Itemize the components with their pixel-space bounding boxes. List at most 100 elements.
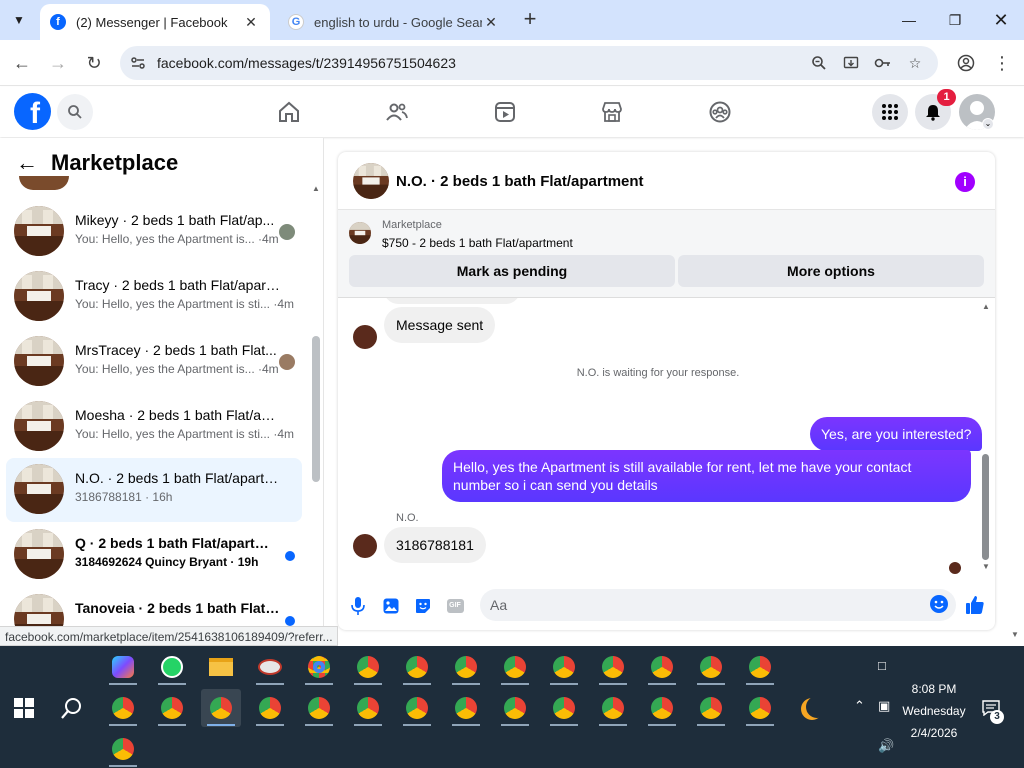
chrome-profile-icon[interactable] <box>152 689 192 727</box>
url-text[interactable]: facebook.com/messages/t/2391495675150462… <box>157 55 456 71</box>
chrome-profile-icon[interactable] <box>593 689 633 727</box>
chrome-profile-icon[interactable] <box>348 648 388 686</box>
conversation-item[interactable]: Tanoveia · 2 beds 1 bath Flat/a... <box>6 588 302 628</box>
reload-icon[interactable]: ↻ <box>80 49 108 77</box>
phone-link-icon[interactable]: □ <box>878 658 886 673</box>
listing-title[interactable]: $750 - 2 beds 1 bath Flat/apartment <box>382 236 573 250</box>
forward-arrow-icon[interactable]: → <box>44 49 72 77</box>
chrome-profile-icon[interactable] <box>103 730 143 768</box>
conversation-item[interactable]: Moesha · 2 beds 1 bath Flat/apa... You: … <box>6 395 302 459</box>
chrome-menu-icon[interactable]: ⋮ <box>988 49 1016 77</box>
photo-icon[interactable] <box>381 596 401 616</box>
new-tab-button[interactable]: + <box>518 8 542 32</box>
account-chevron-down-icon[interactable]: ⌄ <box>982 118 994 130</box>
chrome-profile-icon[interactable] <box>397 648 437 686</box>
conversation-item[interactable]: Mikeyy · 2 beds 1 bath Flat/ap... You: H… <box>6 200 302 264</box>
chrome-profile-icon[interactable] <box>691 648 731 686</box>
conversation-item[interactable]: MrsTracey · 2 beds 1 bath Flat... You: H… <box>6 330 302 394</box>
sticker-icon[interactable] <box>413 596 433 616</box>
password-key-icon[interactable] <box>873 53 893 73</box>
chrome-profile-icon[interactable] <box>446 689 486 727</box>
site-settings-icon[interactable] <box>128 53 148 73</box>
message-input[interactable]: Aa <box>480 589 956 621</box>
minimize-icon[interactable]: — <box>886 0 932 40</box>
chat-listing-avatar[interactable] <box>353 163 389 199</box>
conversation-name: Tanoveia · 2 beds 1 bath Flat/a... <box>75 600 281 616</box>
chrome-profile-icon[interactable] <box>642 648 682 686</box>
conversation-preview: You: Hello, yes the Apartment is sti... … <box>75 297 294 311</box>
chrome-profile-icon[interactable] <box>740 689 780 727</box>
chrome-profile-icon[interactable] <box>446 648 486 686</box>
scroll-down-icon[interactable]: ▼ <box>982 562 990 571</box>
tab-search-dropdown-icon[interactable]: ▼ <box>6 7 32 33</box>
windows-search-icon[interactable] <box>60 696 84 720</box>
scroll-up-icon[interactable]: ▲ <box>982 302 990 311</box>
groups-icon[interactable] <box>707 99 733 125</box>
windows-start-icon[interactable] <box>14 698 34 718</box>
chrome-profile-icon[interactable] <box>544 648 584 686</box>
thumbs-up-icon[interactable] <box>964 594 986 616</box>
bookmark-star-icon[interactable]: ☆ <box>905 53 925 73</box>
chrome-profile-icon[interactable] <box>593 648 633 686</box>
show-hidden-icons-chevron-icon[interactable]: ⌃ <box>854 698 865 714</box>
install-app-icon[interactable] <box>841 53 861 73</box>
back-arrow-icon[interactable]: ← <box>8 49 36 77</box>
zoom-icon[interactable] <box>809 53 829 73</box>
chrome-profile-icon[interactable] <box>250 689 290 727</box>
paint-app-icon[interactable] <box>250 648 290 686</box>
conversation-item-active[interactable]: N.O. · 2 beds 1 bath Flat/apartm... 3186… <box>6 458 302 522</box>
facebook-logo-icon[interactable]: f <box>14 93 51 130</box>
close-tab-icon[interactable]: ✕ <box>242 14 260 31</box>
tab-google-search[interactable]: G english to urdu - Google Search ✕ <box>278 4 510 40</box>
chrome-profile-icon[interactable] <box>103 689 143 727</box>
chrome-profile-icon[interactable] <box>691 689 731 727</box>
sidebar-scrollbar[interactable] <box>312 336 320 482</box>
system-clock[interactable]: 8:08 PM Wednesday 2/4/2026 <box>895 678 973 744</box>
weather-moon-icon[interactable] <box>806 696 828 718</box>
close-window-icon[interactable]: ✕ <box>978 0 1024 40</box>
more-options-button[interactable]: More options <box>678 255 984 287</box>
chrome-profile-icon-active[interactable] <box>201 689 241 727</box>
chrome-profile-icon[interactable] <box>397 689 437 727</box>
back-arrow-icon[interactable]: ← <box>16 150 38 176</box>
gif-icon[interactable]: GIF <box>445 596 465 616</box>
chat-title[interactable]: N.O. · 2 beds 1 bath Flat/apartment <box>396 173 644 190</box>
video-icon[interactable] <box>492 99 518 125</box>
home-icon[interactable] <box>276 99 302 125</box>
facebook-search-icon[interactable] <box>57 94 93 130</box>
chrome-profile-icon[interactable] <box>544 689 584 727</box>
chrome-profile-icon[interactable] <box>642 689 682 727</box>
mark-as-pending-button[interactable]: Mark as pending <box>349 255 675 287</box>
emoji-icon[interactable] <box>930 595 948 613</box>
info-icon[interactable]: i <box>955 172 975 192</box>
page-scroll-down-icon[interactable]: ▼ <box>1011 630 1019 639</box>
marketplace-icon[interactable] <box>599 99 625 125</box>
chrome-profile-icon[interactable] <box>740 648 780 686</box>
volume-icon[interactable]: 🔊 <box>878 738 894 754</box>
restore-icon[interactable]: ❐ <box>932 0 978 40</box>
file-explorer-icon[interactable] <box>201 648 241 686</box>
seen-avatar <box>279 354 295 370</box>
conversation-item[interactable]: Q · 2 beds 1 bath Flat/apartme... 318469… <box>6 523 302 587</box>
scroll-up-icon[interactable]: ▲ <box>312 184 320 193</box>
conversation-item[interactable]: Tracy · 2 beds 1 bath Flat/apart... You:… <box>6 265 302 329</box>
conversation-preview: You: Hello, yes the Apartment is... ·4m <box>75 232 279 246</box>
tab-messenger[interactable]: f (2) Messenger | Facebook ✕ <box>40 4 270 40</box>
microphone-icon[interactable] <box>348 596 368 616</box>
chrome-profile-icon[interactable] <box>495 689 535 727</box>
chrome-profile-icon[interactable] <box>299 648 339 686</box>
whatsapp-app-icon[interactable] <box>152 648 192 686</box>
listing-thumbnail[interactable] <box>349 222 371 244</box>
friends-icon[interactable] <box>384 99 410 125</box>
chrome-profile-icon[interactable] <box>299 689 339 727</box>
copilot-app-icon[interactable] <box>103 648 143 686</box>
chrome-profile-icon[interactable] <box>348 689 388 727</box>
menu-grid-icon[interactable] <box>872 94 908 130</box>
chat-scrollbar[interactable] <box>982 454 989 560</box>
profile-icon[interactable] <box>952 49 980 77</box>
chrome-profile-icon[interactable] <box>495 648 535 686</box>
google-favicon-icon: G <box>288 14 304 30</box>
close-tab-icon[interactable]: ✕ <box>482 14 500 31</box>
network-icon[interactable]: ▣ <box>878 698 890 714</box>
address-bar[interactable]: facebook.com/messages/t/2391495675150462… <box>120 46 938 80</box>
